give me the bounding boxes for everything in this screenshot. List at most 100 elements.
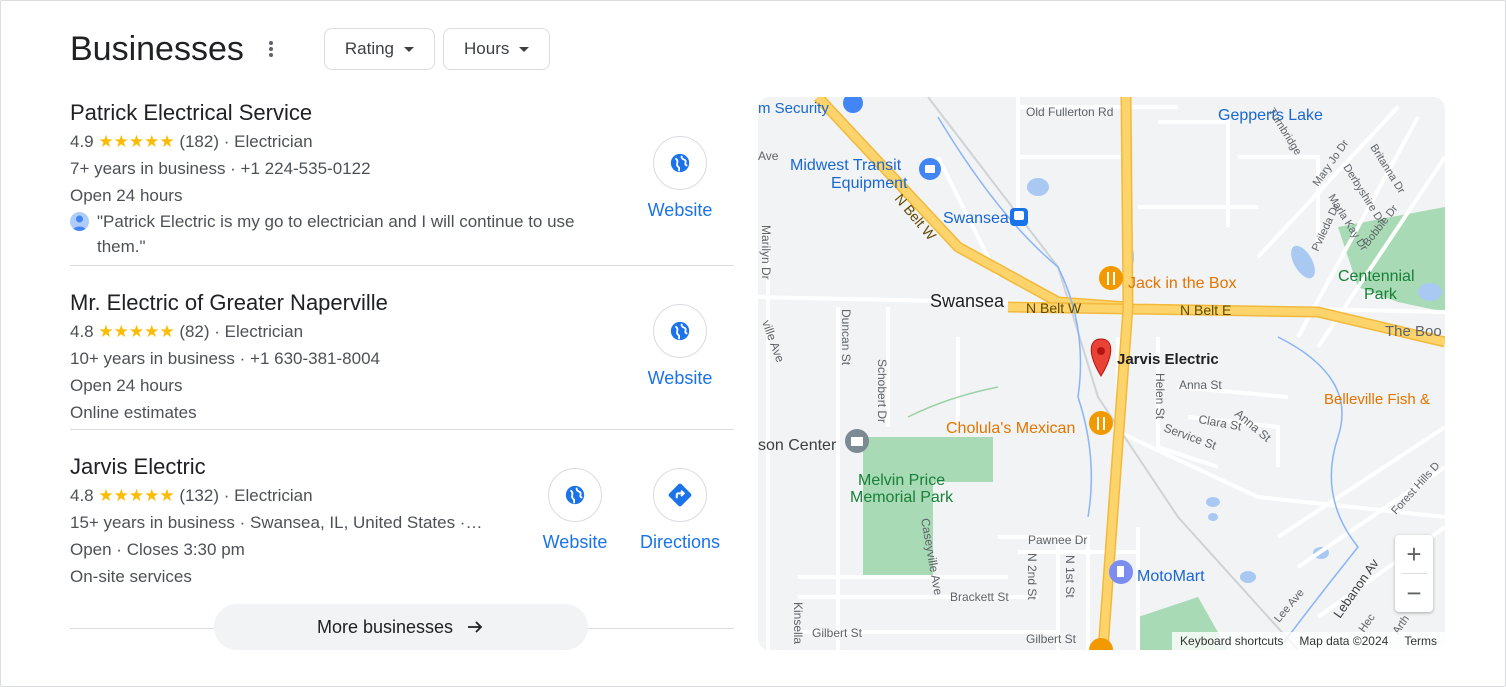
star-rating: ★★★★★ [98, 132, 175, 151]
business-list: Patrick Electrical Service 4.9 ★★★★★ (18… [70, 96, 734, 590]
map-attribution: Keyboard shortcuts Map data ©2024 Terms [1172, 632, 1445, 650]
website-label[interactable]: Website [543, 532, 608, 553]
map-label: Memorial Park [850, 489, 954, 506]
water-body [1418, 283, 1442, 301]
star-rating: ★★★★★ [98, 322, 175, 341]
more-options-icon[interactable] [256, 34, 286, 64]
map-label[interactable]: m Security [758, 100, 829, 117]
map-label: Marilyn Dr [759, 225, 773, 280]
star-rating: ★★★★★ [98, 486, 175, 505]
map-label[interactable]: son Center [758, 437, 837, 454]
map-label: Park [1364, 286, 1398, 303]
category: · Electrician [223, 486, 313, 505]
map-label: N Belt W [1026, 300, 1082, 316]
rating-value: 4.9 [70, 132, 94, 151]
map-label: Swansea [930, 291, 1005, 311]
map-canvas[interactable]: m Security Old Fullerton Rd Gepperts Lak… [758, 97, 1445, 650]
map-label: N 2nd St [1025, 553, 1039, 600]
map-label: The Boo [1385, 323, 1442, 340]
rating-value: 4.8 [70, 322, 94, 341]
business-card[interactable]: Mr. Electric of Greater Naperville 4.8 ★… [70, 266, 734, 429]
zoom-in-button[interactable]: + [1395, 535, 1433, 573]
business-card[interactable]: Jarvis Electric 4.8 ★★★★★ (132) · Electr… [70, 430, 734, 590]
zoom-out-button[interactable]: − [1395, 574, 1433, 612]
chevron-down-icon [404, 46, 415, 52]
website-circle[interactable] [653, 304, 707, 358]
map-label: Anna St [1179, 378, 1222, 392]
map-data-text: Map data ©2024 [1299, 634, 1389, 648]
map-label: Old Fullerton Rd [1026, 105, 1113, 119]
directions-button[interactable]: Directions [630, 468, 730, 553]
water-body [1208, 513, 1218, 521]
more-businesses-button[interactable]: More businesses [214, 604, 588, 650]
globe-icon [565, 485, 585, 505]
website-button[interactable]: Website [630, 136, 730, 221]
hours-filter-label: Hours [464, 39, 510, 58]
map-label: Kinsella [791, 602, 805, 644]
arrow-right-icon [465, 617, 485, 637]
directions-label[interactable]: Directions [640, 532, 720, 553]
website-circle[interactable] [548, 468, 602, 522]
website-button[interactable]: Website [525, 468, 625, 553]
map-label[interactable]: Jack in the Box [1128, 275, 1237, 292]
restaurant-pin-icon[interactable] [1089, 411, 1113, 435]
rating-filter-label: Rating [344, 39, 395, 58]
water-body [1240, 571, 1256, 583]
hours-filter[interactable]: Hours [443, 28, 551, 70]
globe-icon [670, 153, 690, 173]
rating-value: 4.8 [70, 486, 94, 505]
restaurant-pin-icon[interactable] [1099, 266, 1123, 290]
map-label: Helen St [1153, 373, 1167, 420]
keyboard-shortcuts-link[interactable]: Keyboard shortcuts [1180, 634, 1283, 648]
review-snippet: "Patrick Electric is my go to electricia… [70, 209, 600, 259]
more-businesses-label: More businesses [316, 616, 454, 637]
page-title: Businesses [70, 29, 244, 68]
map-label[interactable]: MotoMart [1137, 568, 1205, 585]
water-body [1206, 497, 1220, 507]
map-label: Schobert Dr [875, 359, 889, 423]
business-service: On-site services [70, 567, 192, 586]
map-label: Gilbert St [812, 626, 863, 640]
map-label: Gilbert St [1026, 632, 1077, 646]
map-label[interactable]: Midwest Transit [790, 157, 902, 174]
zoom-controls: + − [1395, 535, 1433, 612]
website-label[interactable]: Website [648, 368, 713, 389]
gas-station-pin-icon[interactable] [1109, 560, 1133, 584]
map-label: Brackett St [950, 590, 1009, 604]
review-count[interactable]: (132) [179, 486, 219, 505]
header: Businesses Rating Hours [70, 26, 551, 72]
map-label[interactable]: Jarvis Electric [1117, 351, 1219, 368]
map-label[interactable]: Equipment [831, 175, 908, 192]
website-label[interactable]: Website [648, 200, 713, 221]
category: · Electrician [223, 132, 313, 151]
review-count[interactable]: (82) [179, 322, 209, 341]
map-label: Duncan St [839, 309, 853, 366]
review-text: "Patrick Electric is my go to electricia… [97, 212, 575, 256]
map[interactable]: m Security Old Fullerton Rd Gepperts Lak… [758, 97, 1445, 650]
map-label: Melvin Price [858, 472, 945, 489]
shopping-pin-icon[interactable] [919, 158, 941, 180]
review-count[interactable]: (182) [179, 132, 219, 151]
map-label: N Belt E [1180, 302, 1231, 318]
directions-circle[interactable] [653, 468, 707, 522]
terms-link[interactable]: Terms [1404, 634, 1437, 648]
rating-filter[interactable]: Rating [323, 28, 436, 70]
globe-icon [670, 321, 690, 341]
category: · Electrician [214, 322, 304, 341]
business-name[interactable]: Patrick Electrical Service [70, 98, 734, 128]
museum-pin-icon[interactable] [845, 429, 869, 453]
business-card[interactable]: Patrick Electrical Service 4.9 ★★★★★ (18… [70, 96, 734, 265]
map-label[interactable]: Cholula's Mexican [946, 420, 1075, 437]
map-label[interactable]: Belleville Fish & [1324, 391, 1430, 408]
website-button[interactable]: Website [630, 304, 730, 389]
map-label[interactable]: Swansea [943, 210, 1009, 227]
transit-station-icon[interactable] [1010, 208, 1028, 226]
map-label: N 1st St [1063, 555, 1077, 598]
website-circle[interactable] [653, 136, 707, 190]
chevron-down-icon [519, 46, 530, 52]
avatar-icon [70, 212, 89, 231]
water-body [1027, 178, 1049, 196]
more-businesses-row: More businesses [70, 604, 734, 650]
business-service: Online estimates [70, 403, 197, 422]
map-label: Centennial [1338, 268, 1415, 285]
